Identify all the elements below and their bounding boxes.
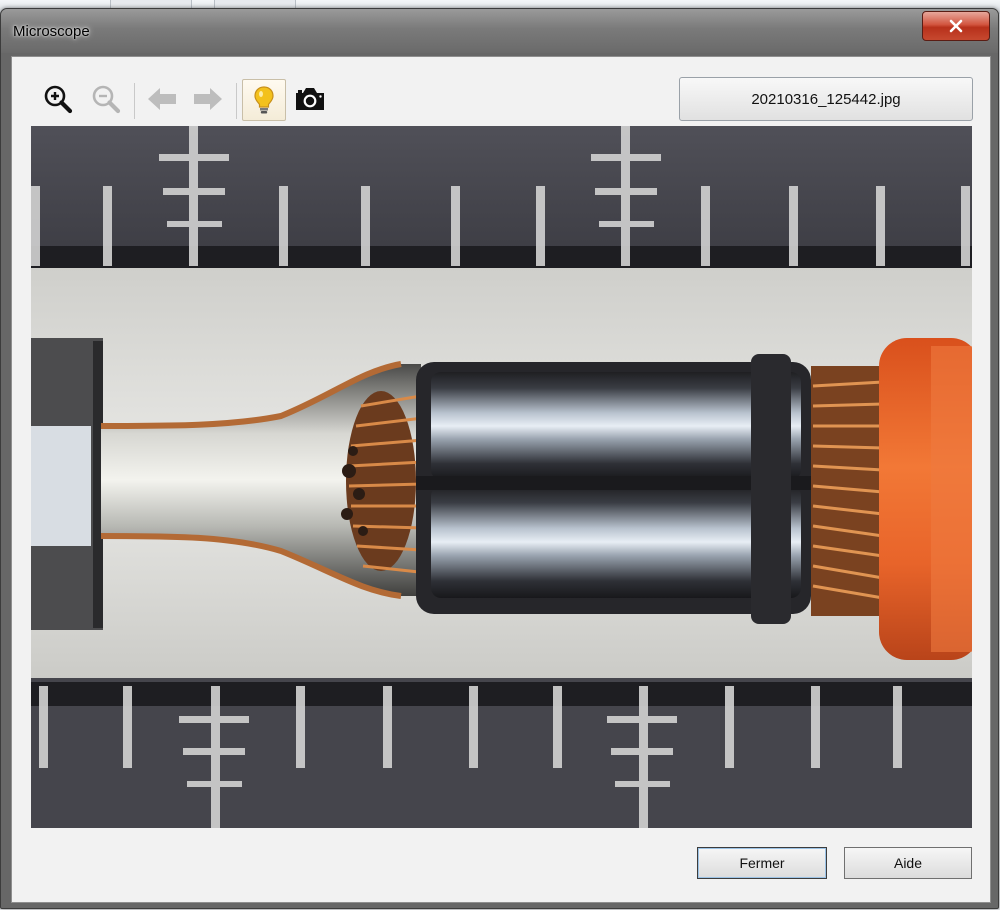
zoom-out-button[interactable] bbox=[88, 81, 124, 117]
toolbar-separator bbox=[236, 83, 237, 119]
window-title: Microscope bbox=[13, 23, 90, 40]
image-file-button[interactable]: 20210316_125442.jpg bbox=[679, 77, 973, 121]
microscope-image bbox=[31, 126, 972, 828]
camera-icon bbox=[296, 88, 324, 110]
title-bar[interactable]: Microscope bbox=[1, 9, 998, 53]
arrow-right-icon bbox=[194, 88, 222, 110]
light-toggle-button[interactable] bbox=[242, 79, 286, 121]
microscope-image-view[interactable] bbox=[31, 126, 972, 828]
close-window-button[interactable] bbox=[922, 11, 990, 41]
zoom-out-icon bbox=[92, 85, 121, 114]
close-button[interactable]: Fermer bbox=[697, 847, 827, 879]
help-button-label: Aide bbox=[893, 855, 923, 871]
toolbar bbox=[36, 75, 356, 121]
dialog-content: 20210316_125442.jpg Fermer Aide bbox=[11, 56, 991, 903]
image-file-name: 20210316_125442.jpg bbox=[751, 90, 901, 108]
next-image-button[interactable] bbox=[190, 81, 226, 117]
help-button[interactable]: Aide bbox=[844, 847, 972, 879]
capture-button[interactable] bbox=[292, 81, 328, 117]
close-icon bbox=[949, 19, 963, 33]
previous-image-button[interactable] bbox=[144, 81, 180, 117]
arrow-left-icon bbox=[148, 88, 176, 110]
close-button-label: Fermer bbox=[739, 855, 785, 871]
light-bulb-icon bbox=[254, 86, 274, 114]
microscope-dialog: Microscope 20210316_125442.jpg Fermer Ai… bbox=[0, 8, 999, 909]
zoom-in-button[interactable] bbox=[40, 81, 76, 117]
zoom-in-icon bbox=[44, 85, 73, 114]
toolbar-separator bbox=[134, 83, 135, 119]
